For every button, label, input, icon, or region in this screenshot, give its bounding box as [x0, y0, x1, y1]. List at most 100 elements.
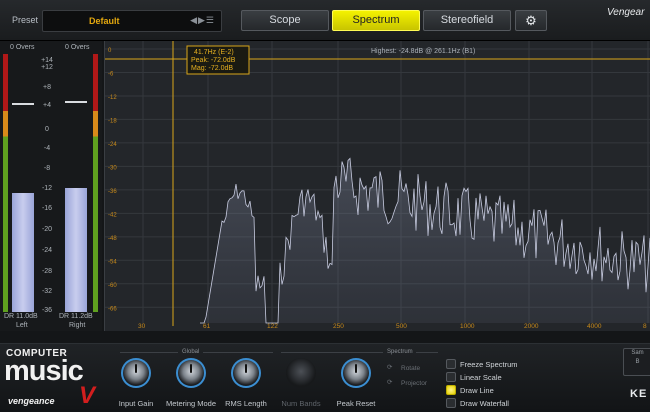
logo-music: music	[4, 355, 84, 387]
draw-waterfall-checkbox[interactable]	[446, 398, 456, 408]
spectrum-group-line-left	[281, 352, 383, 353]
freeze-spectrum-checkbox[interactable]	[446, 359, 456, 369]
num-bands-knob[interactable]	[286, 358, 316, 388]
draw-line-label: Draw Line	[460, 386, 494, 395]
meter-scale-label: +12	[41, 64, 53, 71]
meter-scale-label: -12	[41, 185, 53, 192]
freq-tick-label: 2000	[524, 323, 539, 330]
spectrum-fill	[200, 158, 650, 323]
db-tick-label: -48	[108, 236, 117, 242]
tab-scope[interactable]: Scope	[241, 10, 329, 31]
meter-scale-label: -20	[41, 226, 53, 233]
db-tick-label: -54	[108, 259, 117, 265]
db-tick-label: -42	[108, 212, 117, 218]
rotate-option[interactable]: Rotate	[401, 365, 420, 372]
db-tick-label: -36	[108, 189, 117, 195]
right-dr-value: DR 11.2dB	[59, 313, 93, 320]
peak-reset-knob[interactable]	[341, 358, 371, 388]
linear-scale-checkbox[interactable]	[446, 372, 456, 382]
global-group-line-left	[120, 352, 178, 353]
db-tick-label: -66	[108, 306, 117, 312]
freq-tick-label: 250	[333, 323, 344, 330]
meter-scale-label: -4	[43, 145, 51, 152]
input-gain-pointer	[135, 364, 137, 373]
preset-selector[interactable]: Default ◀▶☰	[42, 10, 222, 32]
freq-tick-label: 1000	[460, 323, 475, 330]
draw-waterfall-label: Draw Waterfall	[460, 399, 509, 408]
preset-name[interactable]: Default	[89, 16, 120, 26]
db-tick-label: -24	[108, 142, 117, 148]
bottom-controls: COMPUTER music vengeance V Global Spectr…	[0, 343, 650, 412]
meter-scale-label: -28	[41, 268, 53, 275]
right-channel-label: Right	[69, 322, 86, 329]
global-group-label: Global	[182, 349, 200, 355]
meter-scale-label: +4	[43, 102, 51, 109]
db-tick-label: -18	[108, 118, 117, 124]
db-tick-label: -6	[108, 71, 114, 77]
peak-reset-pointer	[355, 364, 357, 373]
cursor-mag: Mag: -72.0dB	[191, 65, 233, 72]
logo-vengeance: vengeance	[8, 396, 55, 406]
metering-mode-pointer	[190, 364, 192, 373]
tab-scope-label: Scope	[269, 14, 301, 26]
spectrum-display[interactable]: 0 -6 -12 -18 -24 -30 -36 -42 -48 -54 -60 -66 30 61 122…	[104, 41, 650, 331]
meter-scale-label: -32	[41, 288, 53, 295]
tab-stereofield-label: Stereofield	[440, 14, 494, 26]
right-meter-scale	[93, 54, 98, 312]
draw-line-checkbox[interactable]	[446, 385, 456, 395]
rotate-icon[interactable]: ⟳	[387, 363, 392, 371]
preset-nav-icons[interactable]: ◀▶☰	[190, 15, 215, 26]
cursor-freq: 41.7Hz (E-2)	[194, 49, 234, 56]
tab-spectrum-label: Spectrum	[352, 14, 400, 26]
rms-length-pointer	[245, 364, 247, 373]
rms-length-knob[interactable]	[231, 358, 261, 388]
meter-scale-label: 0	[45, 126, 49, 133]
tab-spectrum[interactable]: Spectrum	[332, 10, 420, 31]
db-tick-label: -60	[108, 283, 117, 289]
global-group-line-right	[203, 352, 273, 353]
db-tick-label: -12	[108, 95, 117, 101]
left-overs-count[interactable]: 0 Overs	[10, 44, 35, 51]
freq-tick-label: 4000	[587, 323, 602, 330]
metering-mode-knob[interactable]	[176, 358, 206, 388]
linear-scale-label: Linear Scale	[460, 373, 502, 382]
freeze-spectrum-label: Freeze Spectrum	[460, 360, 518, 369]
cursor-peak: Peak: -72.0dB	[191, 57, 236, 64]
freq-tick-label: 8	[643, 323, 647, 330]
highest-peak-readout: Highest: -24.8dB @ 261.1Hz (B1)	[371, 48, 475, 55]
meter-scale-label: -8	[43, 165, 51, 172]
ke-logo: KE	[630, 388, 648, 400]
left-channel-label: Left	[16, 322, 28, 329]
sample-line-1: Sam	[631, 350, 644, 356]
tab-stereofield[interactable]: Stereofield	[423, 10, 511, 31]
brand-logo: Vengear	[607, 7, 645, 18]
freq-tick-label: 122	[267, 323, 278, 330]
spectrum-plot[interactable]: 0-6-12-18-24-30-36-42-48-54-60-6630 61 122…	[105, 41, 650, 331]
db-tick-label: -30	[108, 165, 117, 171]
right-overs-count[interactable]: 0 Overs	[65, 44, 90, 51]
spectrum-group-line-right	[416, 352, 438, 353]
level-meters: 0 Overs 0 Overs +14 +12 +8 +4 0 -4 -8 -12 -16 -20…	[0, 41, 102, 331]
input-gain-knob[interactable]	[121, 358, 151, 388]
meter-scale-label: -16	[41, 205, 53, 212]
meter-scale-label: +14	[41, 57, 53, 64]
meter-scale-label: +8	[43, 84, 51, 91]
projector-icon[interactable]: ⟳	[387, 378, 392, 386]
freq-tick-label: 61	[203, 323, 211, 330]
projector-option[interactable]: Projector	[401, 380, 427, 387]
left-meter-bar	[12, 193, 34, 312]
meter-scale-label: -24	[41, 247, 53, 254]
top-toolbar: Preset Default ◀▶☰ Scope Spectrum Stereo…	[0, 0, 650, 41]
sample-line-2: B	[635, 359, 640, 365]
preset-label: Preset	[12, 15, 39, 25]
left-meter-scale	[3, 54, 8, 312]
freq-tick-label: 500	[396, 323, 407, 330]
right-meter-bar	[65, 188, 87, 312]
gear-icon[interactable]: ⚙	[515, 10, 547, 31]
spectrum-group-label: Spectrum	[387, 349, 413, 355]
left-peak-marker	[12, 103, 34, 105]
sample-rate-display[interactable]: Sam B	[623, 348, 650, 376]
peak-reset-label: Peak Reset	[336, 399, 376, 408]
left-dr-value: DR 11.0dB	[4, 313, 38, 320]
freq-tick-label: 30	[138, 323, 146, 330]
